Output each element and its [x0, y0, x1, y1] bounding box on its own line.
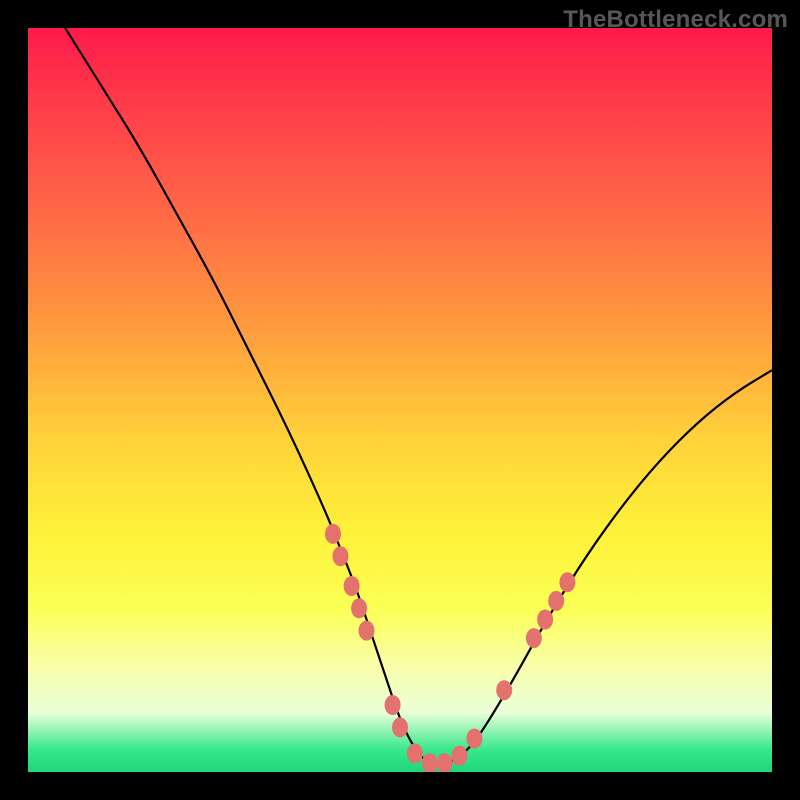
data-marker — [359, 621, 375, 641]
plot-area — [28, 28, 772, 772]
bottleneck-curve — [28, 28, 772, 765]
data-marker — [392, 717, 408, 737]
data-marker — [548, 591, 564, 611]
data-markers — [325, 524, 575, 772]
data-marker — [333, 546, 349, 566]
watermark-text: TheBottleneck.com — [563, 6, 788, 34]
data-marker — [437, 753, 453, 772]
data-marker — [351, 598, 367, 618]
data-marker — [537, 610, 553, 630]
data-marker — [466, 729, 482, 749]
data-marker — [407, 743, 423, 763]
data-marker — [452, 746, 468, 766]
data-marker — [526, 628, 542, 648]
curve-layer — [28, 28, 772, 772]
data-marker — [496, 680, 512, 700]
data-marker — [385, 695, 401, 715]
data-marker — [559, 572, 575, 592]
data-marker — [325, 524, 341, 544]
data-marker — [344, 576, 360, 596]
data-marker — [422, 753, 438, 772]
